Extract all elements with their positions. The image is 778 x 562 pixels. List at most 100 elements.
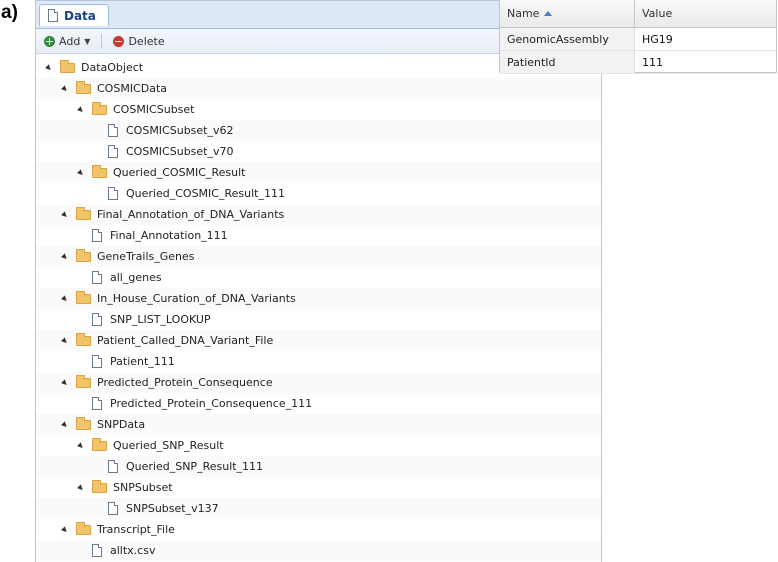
tree-file-node[interactable]: SNP_LIST_LOOKUP [36,309,601,330]
tree-file-node[interactable]: Queried_COSMIC_Result_111 [36,183,601,204]
tree-node-label: all_genes [110,271,162,284]
tree-folder-node[interactable]: ▶ Final_Annotation_of_DNA_Variants [36,204,601,225]
expand-toggle-icon[interactable]: ▶ [59,82,72,95]
tree-node-label: Queried_COSMIC_Result_111 [126,187,285,200]
folder-open-icon [92,164,107,178]
tree-node-label: Queried_SNP_Result [113,439,224,452]
column-header-name[interactable]: Name [500,0,635,27]
tree-file-node[interactable]: all_genes [36,267,601,288]
tree-folder-node[interactable]: ▶ COSMICSubset [36,99,601,120]
sort-ascending-icon [544,11,553,16]
toolbar-divider [101,33,103,49]
tree-node-label: Queried_SNP_Result_111 [126,460,264,473]
panel-a-label: a) [1,2,18,23]
delete-button-label: Delete [128,34,165,48]
property-grid: Name Value GenomicAssembly HG19 PatientI… [499,0,777,74]
tree-file-node[interactable]: Final_Annotation_111 [36,225,601,246]
tree-folder-node[interactable]: ▶ In_House_Curation_of_DNA_Variants [36,288,601,309]
folder-open-icon [76,290,91,304]
tree-node-label: SNPSubset [113,481,173,494]
tree-folder-node[interactable]: ▶ COSMICData [36,78,601,99]
tree-file-node[interactable]: SNPSubset_v137 [36,498,601,519]
tree-node-label: Patient_111 [110,355,175,368]
document-icon [108,124,118,137]
expand-toggle-icon[interactable]: ▶ [75,103,88,116]
document-icon [108,460,118,473]
property-row[interactable]: PatientId 111 [500,51,776,74]
tab-data-label: Data [64,8,96,23]
tree-folder-node[interactable]: ▶ Queried_COSMIC_Result [36,162,601,183]
tree-node-label: GeneTrails_Genes [97,250,195,263]
expand-toggle-icon[interactable]: ▶ [59,208,72,221]
tree-folder-node[interactable]: ▶ Queried_SNP_Result [36,435,601,456]
document-icon [92,355,102,368]
tree-folder-node[interactable]: ▶ SNPSubset [36,477,601,498]
property-value[interactable]: 111 [635,51,776,73]
document-icon [108,145,118,158]
folder-open-icon [76,206,91,220]
expand-toggle-icon[interactable]: ▶ [75,166,88,179]
folder-open-icon [60,59,75,73]
folder-open-icon [92,101,107,115]
tree-node-label: Predicted_Protein_Consequence [97,376,273,389]
folder-open-icon [76,521,91,535]
column-header-name-label: Name [507,7,540,20]
expand-toggle-icon[interactable]: ▶ [59,523,72,536]
chevron-down-icon[interactable]: ▼ [84,37,90,46]
document-icon [92,397,102,410]
document-icon [108,187,118,200]
document-icon [92,229,102,242]
expand-toggle-icon[interactable]: ▶ [75,481,88,494]
property-name: PatientId [500,51,635,73]
delete-button[interactable]: Delete [111,33,166,50]
folder-open-icon [76,332,91,346]
tree-folder-node[interactable]: ▶ Patient_Called_DNA_Variant_File [36,330,601,351]
expand-toggle-icon[interactable]: ▶ [59,376,72,389]
tree-node-label: SNPData [97,418,146,431]
column-header-value[interactable]: Value [635,0,776,27]
expand-toggle-icon[interactable]: ▶ [59,418,72,431]
property-grid-header: Name Value [500,0,776,28]
tree-node-label: COSMICSubset_v62 [126,124,234,137]
tree-node-label: COSMICSubset_v70 [126,145,234,158]
expand-toggle-icon[interactable]: ▶ [59,292,72,305]
folder-open-icon [92,479,107,493]
property-value[interactable]: HG19 [635,28,776,50]
tree-folder-node[interactable]: ▶ SNPData [36,414,601,435]
tree-node-label: alltx.csv [110,544,156,557]
tree-file-node[interactable]: COSMICSubset_v62 [36,120,601,141]
tree-file-node[interactable]: Queried_SNP_Result_111 [36,456,601,477]
folder-open-icon [92,437,107,451]
data-tree-panel: Data Add ▼ Delete ▶ DataObject ▶ COSMICData… [35,0,602,562]
tree-file-node[interactable]: Patient_111 [36,351,601,372]
folder-open-icon [76,248,91,262]
expand-toggle-icon[interactable]: ▶ [43,61,56,74]
expand-toggle-icon[interactable]: ▶ [59,334,72,347]
delete-icon [113,35,125,47]
tab-data[interactable]: Data [39,4,109,26]
tree-node-label: SNPSubset_v137 [126,502,219,515]
tree-node-label: COSMICData [97,82,168,95]
tree-node-label: DataObject [81,61,144,74]
document-icon [48,9,58,22]
document-icon [108,502,118,515]
tree-folder-node[interactable]: ▶ GeneTrails_Genes [36,246,601,267]
tree-node-label: In_House_Curation_of_DNA_Variants [97,292,296,305]
tree-file-node[interactable]: Predicted_Protein_Consequence_111 [36,393,601,414]
folder-open-icon [76,374,91,388]
tree-node-label: SNP_LIST_LOOKUP [110,313,211,326]
column-header-value-label: Value [642,7,673,20]
add-button[interactable]: Add ▼ [42,33,92,50]
tree-file-node[interactable]: alltx.csv [36,540,601,561]
tree-node-label: Final_Annotation_of_DNA_Variants [97,208,285,221]
tree-node-label: Queried_COSMIC_Result [113,166,246,179]
tree-node-label: Transcript_File [97,523,175,536]
folder-open-icon [76,80,91,94]
tree-folder-node[interactable]: ▶ Predicted_Protein_Consequence [36,372,601,393]
property-row[interactable]: GenomicAssembly HG19 [500,28,776,51]
tree-folder-node[interactable]: ▶ Transcript_File [36,519,601,540]
tree-file-node[interactable]: COSMICSubset_v70 [36,141,601,162]
tree-node-label: COSMICSubset [113,103,195,116]
expand-toggle-icon[interactable]: ▶ [75,439,88,452]
expand-toggle-icon[interactable]: ▶ [59,250,72,263]
